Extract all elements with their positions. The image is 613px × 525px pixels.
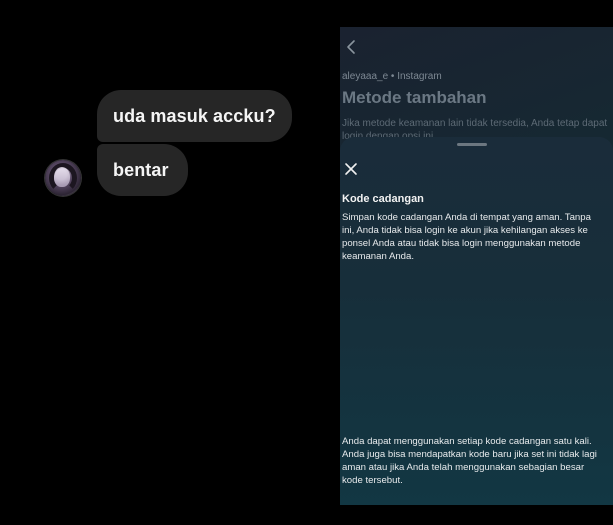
sheet-title: Kode cadangan <box>342 193 424 205</box>
sheet-body: Simpan kode cadangan Anda di tempat yang… <box>342 212 591 262</box>
message-text: uda masuk accku? <box>113 105 276 126</box>
avatar[interactable] <box>45 160 81 196</box>
screenshot-root: uda masuk accku? bentar aleyaaa_e • Inst… <box>0 0 613 525</box>
shared-screenshot: aleyaaa_e • Instagram Metode tambahan Ji… <box>340 27 613 505</box>
account-line: aleyaaa_e • Instagram <box>342 71 442 82</box>
chat-thread: uda masuk accku? bentar <box>0 0 340 525</box>
close-icon[interactable] <box>344 162 358 176</box>
avatar-face <box>54 167 70 187</box>
message-bubble[interactable]: uda masuk accku? <box>97 90 292 142</box>
sheet-footer: Anda dapat menggunakan setiap kode cadan… <box>342 436 597 486</box>
page-title: Metode tambahan <box>342 88 487 107</box>
page-description: Jika metode keamanan lain tidak tersedia… <box>342 118 608 139</box>
bottom-sheet: Kode cadangan Simpan kode cadangan Anda … <box>340 137 613 505</box>
sheet-handle[interactable] <box>457 143 487 146</box>
message-bubble[interactable]: bentar <box>97 144 188 196</box>
message-text: bentar <box>113 159 169 180</box>
chevron-left-icon[interactable] <box>344 39 358 55</box>
